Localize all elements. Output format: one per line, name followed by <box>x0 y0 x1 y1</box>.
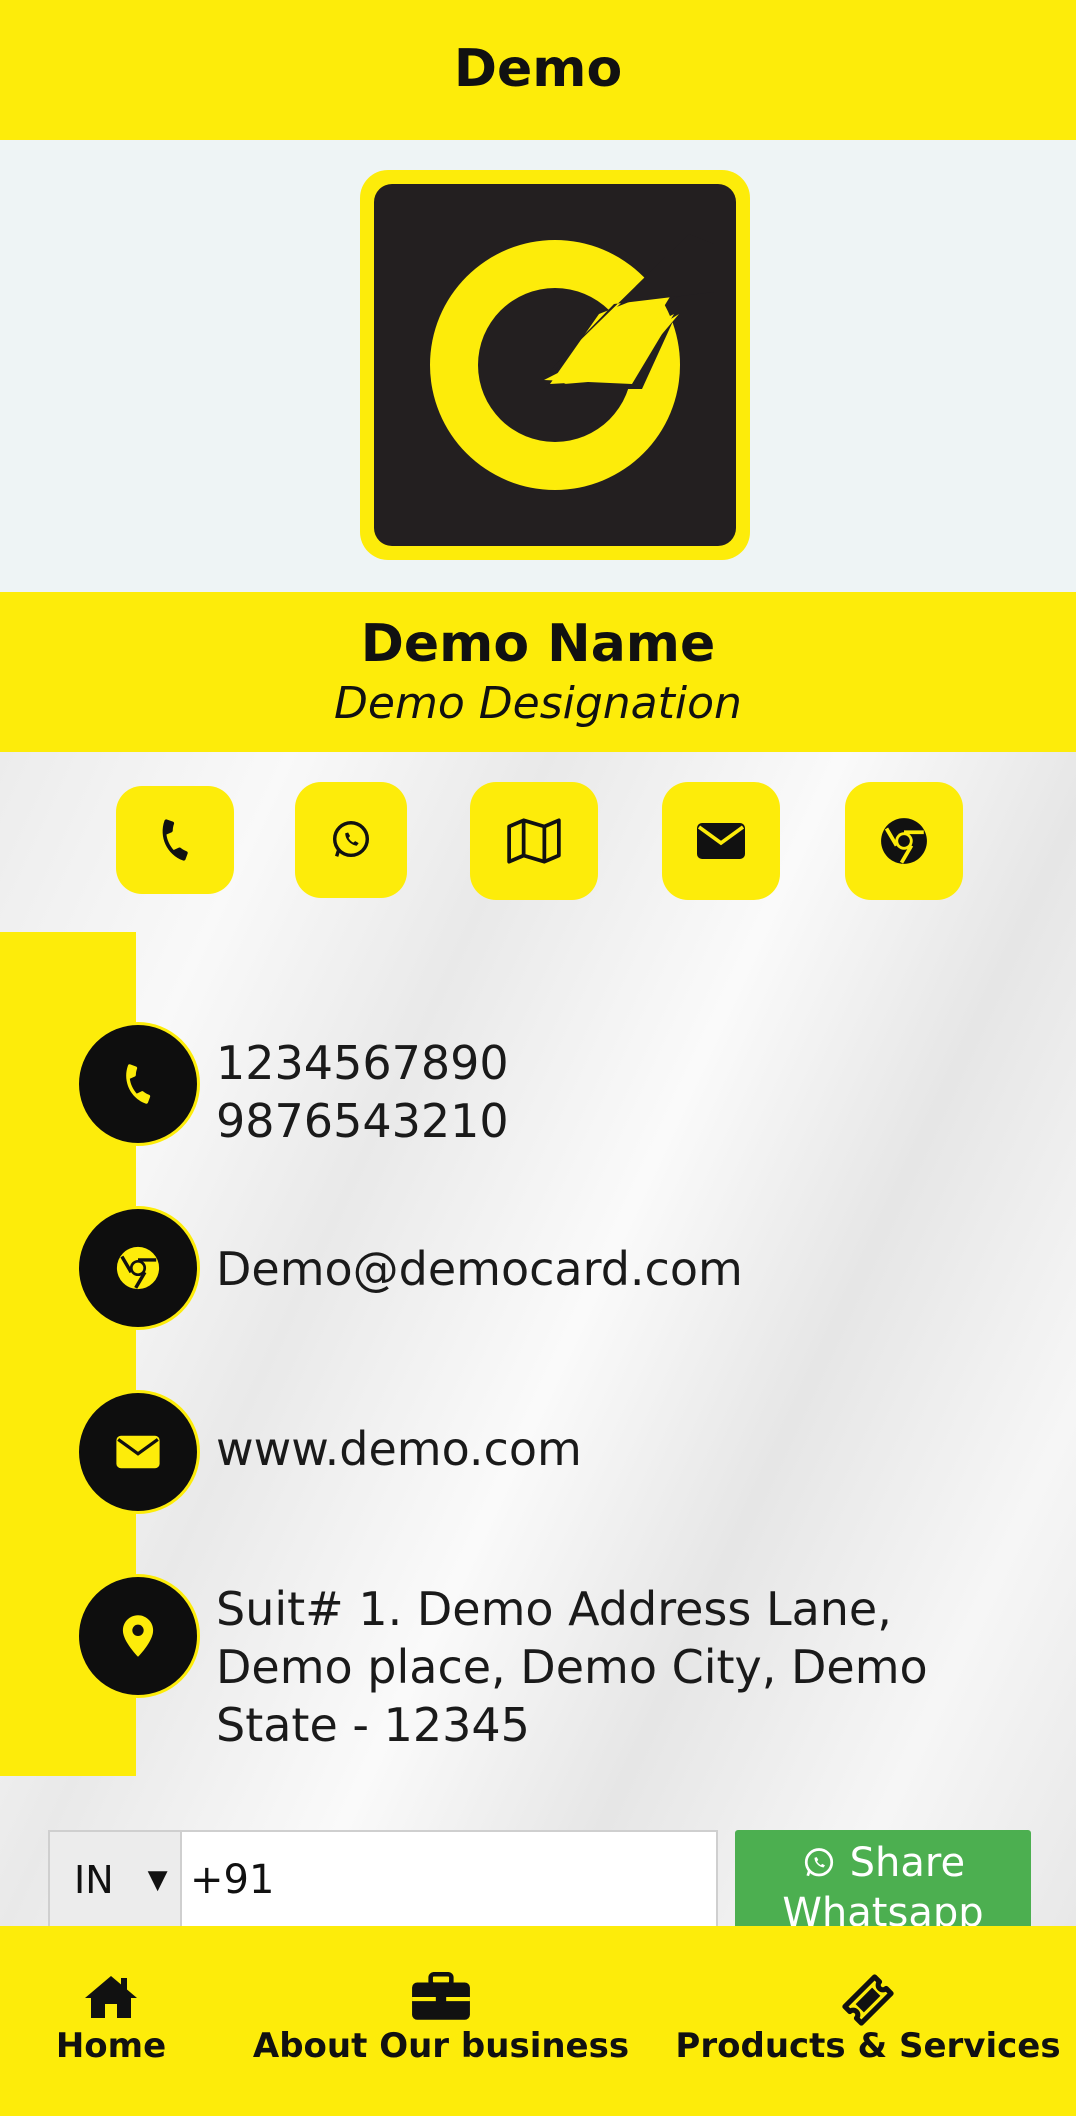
nav-products-services-label: Products & Services <box>675 2026 1061 2066</box>
map-icon <box>507 818 561 864</box>
chrome-icon <box>116 1246 160 1290</box>
website-url[interactable]: www.demo.com <box>216 1420 582 1478</box>
share-whatsapp-button[interactable]: Share Whatsapp <box>735 1830 1031 1930</box>
email-contact-icon-badge[interactable] <box>76 1206 200 1330</box>
profile-band: Demo Name Demo Designation <box>0 592 1076 752</box>
envelope-icon <box>116 1435 160 1469</box>
email-address[interactable]: Demo@democard.com <box>216 1240 743 1298</box>
logo-mark <box>374 184 736 546</box>
map-button[interactable] <box>470 782 598 900</box>
address-line-2: Demo place, Demo City, Demo <box>216 1640 928 1694</box>
address-line-3: State - 12345 <box>216 1698 530 1752</box>
address-line-1: Suit# 1. Demo Address Lane, <box>216 1582 892 1636</box>
address[interactable]: Suit# 1. Demo Address Lane, Demo place, … <box>216 1580 928 1754</box>
nav-about-business-label: About Our business <box>252 2026 630 2066</box>
whatsapp-button[interactable] <box>295 782 407 898</box>
profile-designation: Demo Designation <box>334 678 742 729</box>
phone-icon <box>126 1064 151 1104</box>
phone-numbers[interactable]: 1234567890 9876543210 <box>216 1034 509 1150</box>
country-code-value: IN <box>74 1858 114 1902</box>
profile-name: Demo Name <box>360 614 716 674</box>
briefcase-icon <box>412 1972 470 2020</box>
whatsapp-number-input[interactable] <box>182 1830 718 1930</box>
email-button[interactable] <box>662 782 780 900</box>
nav-home-label: Home <box>55 2026 167 2066</box>
dropdown-arrow-icon: ▼ <box>147 1865 168 1895</box>
website-button[interactable] <box>845 782 963 900</box>
nav-about-business[interactable]: About Our business <box>222 1926 660 2116</box>
phone-contact-icon-badge[interactable] <box>76 1022 200 1146</box>
logo <box>360 170 750 560</box>
envelope-icon <box>697 823 745 859</box>
nav-products-services[interactable]: Products & Services <box>660 1926 1076 2116</box>
chrome-icon <box>881 818 927 864</box>
ticket-icon <box>842 1974 894 2026</box>
nav-home[interactable]: Home <box>0 1926 222 2116</box>
bottom-nav: Home About Our business Products & Servi… <box>0 1926 1076 2116</box>
website-contact-icon-badge[interactable] <box>76 1390 200 1514</box>
whatsapp-icon <box>804 1848 834 1877</box>
call-button[interactable] <box>116 786 234 894</box>
country-code-select[interactable]: IN ▼ <box>48 1830 182 1930</box>
g-logo-icon <box>430 234 714 490</box>
address-contact-icon-badge[interactable] <box>76 1574 200 1698</box>
phone-icon <box>162 819 188 861</box>
location-pin-icon <box>122 1615 154 1657</box>
phone-number-2[interactable]: 9876543210 <box>216 1092 509 1150</box>
header-bar: Demo <box>0 0 1076 140</box>
phone-number-1[interactable]: 1234567890 <box>216 1034 509 1092</box>
whatsapp-icon <box>332 821 370 858</box>
home-icon <box>85 1976 137 2018</box>
page-title: Demo <box>453 39 623 99</box>
